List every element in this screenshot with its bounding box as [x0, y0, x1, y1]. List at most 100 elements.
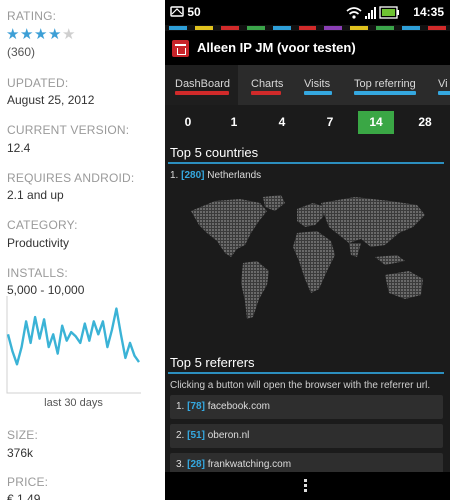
referrers-title: Top 5 referrers	[170, 355, 255, 370]
color-strip-segment	[194, 26, 213, 30]
tab-charts[interactable]: Charts	[238, 65, 292, 105]
status-bar: 50 14:35	[165, 0, 450, 25]
android-label: REQUIRES ANDROID:	[7, 171, 135, 185]
north-america-shape	[191, 199, 267, 257]
tab-label: Top referring	[354, 78, 416, 90]
day-range-button[interactable]: 0	[173, 111, 203, 134]
tab-label: Charts	[251, 78, 284, 90]
country-row: 1. [280] Netherlands	[170, 170, 261, 181]
tab-dashboard[interactable]: DashBoard	[165, 65, 238, 105]
referrer-text: 1. [78] facebook.com	[176, 401, 270, 412]
app-title: Alleen IP JM (voor testen)	[197, 40, 356, 55]
navigation-bar	[165, 472, 450, 500]
referrer-button[interactable]: 1. [78] facebook.com	[170, 395, 443, 419]
day-range-button[interactable]: 28	[410, 111, 440, 134]
country-rank: 1.	[170, 170, 179, 181]
price-label: PRICE:	[7, 475, 49, 489]
version-value: 12.4	[7, 141, 31, 155]
tab-underline	[354, 91, 416, 95]
color-strip-segment	[376, 26, 395, 30]
installs-trend-svg	[6, 296, 141, 394]
day-range-button[interactable]: 4	[267, 111, 297, 134]
size-label: SIZE:	[7, 428, 39, 442]
asia-shape	[321, 197, 425, 247]
india-shape	[349, 243, 361, 257]
message-icon	[170, 6, 184, 17]
color-strip-segment	[402, 26, 421, 30]
referrer-text: 2. [51] oberon.nl	[176, 430, 249, 441]
notification-count: 50	[187, 5, 201, 19]
star-empty-icon: ★	[62, 26, 76, 43]
tab-strip: DashBoard Charts Visits Top referring Vi	[165, 65, 450, 105]
status-left: 50	[170, 5, 201, 19]
referrer-site: frankwatching.com	[207, 459, 292, 470]
day-range-button[interactable]: 7	[315, 111, 345, 134]
rating-count: (360)	[7, 45, 36, 59]
referrer-text: 3. [28] frankwatching.com	[176, 459, 291, 470]
country-count: [280]	[181, 170, 205, 181]
app-details-panel: RATING: ★★★★★ (360) UPDATED: August 25, …	[0, 0, 160, 500]
tab-underline	[304, 91, 332, 95]
phone-screen: 50 14:35 Alleen IP JM (voor testen) Dash…	[165, 0, 450, 500]
updated-value: August 25, 2012	[7, 93, 95, 107]
price-value: € 1.49	[7, 492, 41, 500]
referrer-count: [78]	[187, 401, 205, 412]
app-logo-icon	[172, 40, 189, 57]
installs-trend-chart	[6, 296, 141, 394]
trend-caption: last 30 days	[44, 397, 103, 409]
status-icons	[346, 6, 400, 19]
indonesia-shape	[375, 255, 405, 265]
tab-label: Vi	[438, 78, 448, 90]
signal-battery-icons	[346, 6, 399, 19]
tab-visits[interactable]: Visits	[292, 65, 344, 105]
version-label: CURRENT VERSION:	[7, 123, 130, 137]
star-icon: ★	[48, 26, 62, 43]
day-range-selector: 0 1 4 7 14 28	[165, 105, 450, 139]
color-strip-segment	[246, 26, 265, 30]
color-strip-segment	[220, 26, 239, 30]
android-value: 2.1 and up	[7, 188, 64, 202]
tab-underline	[175, 91, 229, 95]
referrer-rank: 3.	[176, 459, 185, 470]
day-range-button-selected[interactable]: 14	[358, 111, 394, 134]
referrer-button[interactable]: 2. [51] oberon.nl	[170, 424, 443, 448]
referrer-count: [28]	[187, 459, 205, 470]
color-strip-segment	[272, 26, 291, 30]
color-strip-segment	[169, 26, 187, 30]
africa-shape	[293, 231, 335, 293]
tab-label: Visits	[304, 78, 331, 90]
color-strip-segment	[350, 26, 369, 30]
tab-top-referring[interactable]: Top referring	[344, 65, 431, 105]
status-time: 14:35	[413, 5, 444, 19]
signal-icon	[365, 7, 376, 19]
referrer-rank: 2.	[176, 430, 185, 441]
referrer-rank: 1.	[176, 401, 185, 412]
south-america-shape	[241, 261, 269, 319]
installs-value: 5,000 - 10,000	[7, 283, 85, 297]
wifi-icon	[346, 7, 362, 19]
countries-title: Top 5 countries	[170, 145, 259, 160]
star-icon: ★	[34, 26, 48, 43]
referrer-site: facebook.com	[207, 401, 270, 412]
country-name: Netherlands	[207, 170, 262, 181]
day-range-button[interactable]: 1	[219, 111, 249, 134]
updated-label: UPDATED:	[7, 76, 69, 90]
star-icon: ★	[6, 26, 20, 43]
rating-stars: ★★★★★	[6, 25, 76, 43]
overflow-menu-icon[interactable]	[304, 479, 308, 495]
battery-icon	[379, 6, 399, 19]
color-strip-segment	[428, 26, 446, 30]
trend-line	[6, 307, 140, 366]
rating-label: RATING:	[7, 9, 57, 23]
color-strip-segment	[298, 26, 317, 30]
world-map	[191, 195, 425, 319]
category-value: Productivity	[7, 236, 70, 250]
star-icon: ★	[20, 26, 34, 43]
tab-partial[interactable]: Vi	[431, 65, 450, 105]
referrer-site: oberon.nl	[207, 430, 250, 441]
tab-label: DashBoard	[175, 78, 231, 90]
australia-shape	[385, 271, 423, 299]
installs-label: INSTALLS:	[7, 266, 68, 280]
action-bar: Alleen IP JM (voor testen)	[165, 31, 450, 65]
tab-underline	[251, 91, 281, 95]
